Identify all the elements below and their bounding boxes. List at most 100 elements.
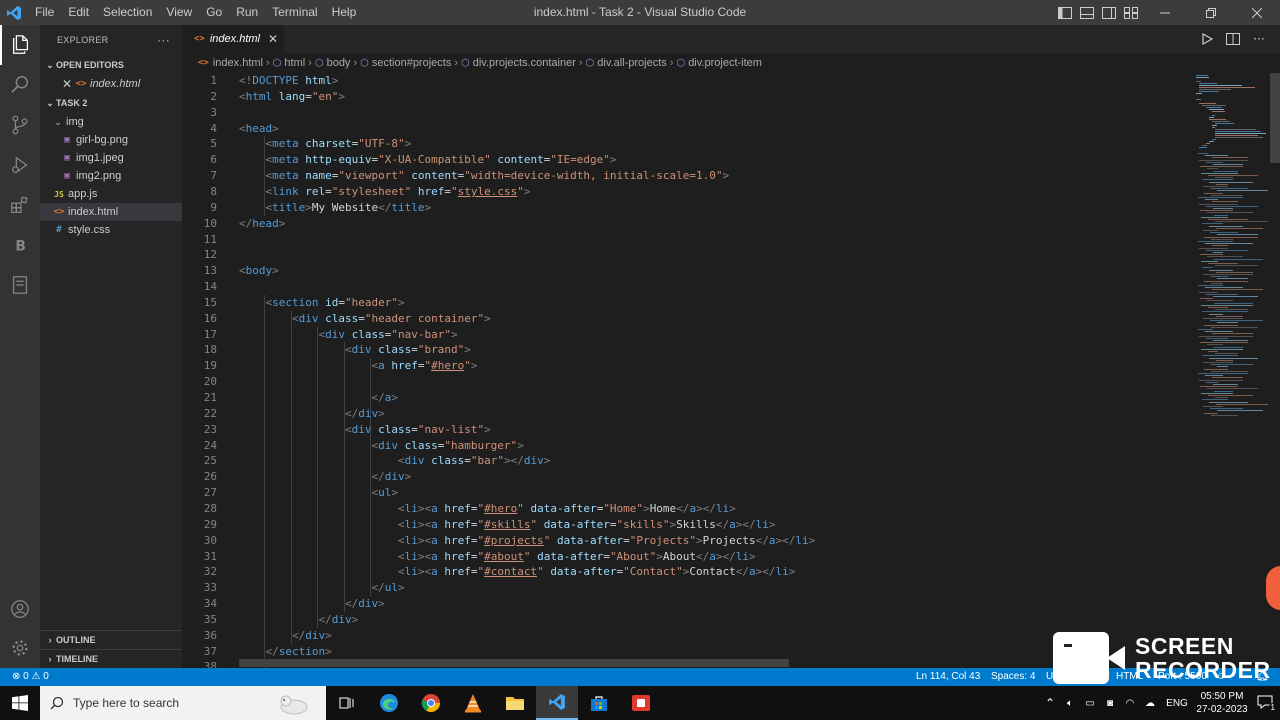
code-line[interactable]: 28 <li><a href="#hero" data-after="Home"… bbox=[182, 501, 1190, 517]
cursor-position[interactable]: Ln 114, Col 43 bbox=[916, 668, 980, 686]
menu-file[interactable]: File bbox=[28, 0, 61, 25]
code-line[interactable]: 30 <li><a href="#projects" data-after="P… bbox=[182, 533, 1190, 549]
code-line[interactable]: 20 bbox=[182, 374, 1190, 390]
run-debug-icon[interactable] bbox=[0, 145, 40, 185]
accounts-icon[interactable] bbox=[0, 589, 40, 629]
language-indicator[interactable]: ENG bbox=[1160, 698, 1194, 709]
code-line[interactable]: 13 <body> bbox=[182, 263, 1190, 279]
menu-run[interactable]: Run bbox=[229, 0, 265, 25]
code-line[interactable]: 11 bbox=[182, 232, 1190, 248]
restore-button[interactable] bbox=[1188, 0, 1234, 25]
open-editor-item[interactable]: ✕ <> index.html bbox=[40, 75, 182, 93]
code-line[interactable]: 21 </a> bbox=[182, 390, 1190, 406]
vscode-taskbar-icon[interactable] bbox=[536, 686, 578, 720]
code-line[interactable]: 6 <meta http-equiv="X-UA-Compatible" con… bbox=[182, 152, 1190, 168]
code-line[interactable]: 17 <div class="nav-bar"> bbox=[182, 327, 1190, 343]
menu-edit[interactable]: Edit bbox=[61, 0, 96, 25]
source-control-icon[interactable] bbox=[0, 105, 40, 145]
code-line[interactable]: 15 <section id="header"> bbox=[182, 295, 1190, 311]
code-line[interactable]: 25 <div class="bar"></div> bbox=[182, 453, 1190, 469]
code-line[interactable]: 23 <div class="nav-list"> bbox=[182, 422, 1190, 438]
problems-indicator[interactable]: ⊗ 0 ⚠ 0 bbox=[12, 668, 49, 686]
task-view-icon[interactable] bbox=[326, 686, 368, 720]
windows-start-icon[interactable] bbox=[0, 686, 40, 720]
code-line[interactable]: 32 <li><a href="#contact" data-after="Co… bbox=[182, 564, 1190, 580]
edge-browser-icon[interactable] bbox=[368, 686, 410, 720]
cloud-icon[interactable]: ☁ bbox=[1140, 698, 1160, 709]
close-icon[interactable]: ✕ bbox=[268, 32, 278, 46]
toggle-panel-icon[interactable] bbox=[1076, 0, 1098, 25]
live-server-port[interactable]: Port : 5500 bbox=[1158, 668, 1207, 686]
code-line[interactable]: 22 </div> bbox=[182, 406, 1190, 422]
menu-go[interactable]: Go bbox=[199, 0, 229, 25]
code-line[interactable]: 19 <a href="#hero"> bbox=[182, 358, 1190, 374]
breadcrumb-item[interactable]: ⬡ div.all-projects bbox=[586, 57, 667, 69]
code-line[interactable]: 4 <head> bbox=[182, 121, 1190, 137]
code-line[interactable]: 37 </section> bbox=[182, 644, 1190, 660]
horizontal-scrollbar[interactable] bbox=[239, 659, 789, 667]
tree-file-style-css[interactable]: # style.css bbox=[40, 221, 182, 239]
breadcrumb-item[interactable]: ⬡ body bbox=[315, 57, 351, 69]
close-icon[interactable]: ✕ bbox=[60, 77, 74, 91]
close-window-button[interactable] bbox=[1234, 0, 1280, 25]
code-line[interactable]: 31 <li><a href="#about" data-after="Abou… bbox=[182, 549, 1190, 565]
screen-recorder-app-icon[interactable] bbox=[620, 686, 662, 720]
split-editor-icon[interactable] bbox=[1224, 30, 1242, 48]
breadcrumb-item[interactable]: ⬡ section#projects bbox=[360, 57, 451, 69]
customize-layout-icon[interactable] bbox=[1120, 0, 1142, 25]
wifi-icon[interactable]: ◠ bbox=[1120, 698, 1140, 709]
code-line[interactable]: 14 bbox=[182, 279, 1190, 295]
outline-section[interactable]: › OUTLINE bbox=[40, 630, 182, 649]
volume-icon[interactable]: 🔈︎ bbox=[1060, 698, 1080, 709]
code-line[interactable]: 27 <ul> bbox=[182, 485, 1190, 501]
code-line[interactable]: 29 <li><a href="#skills" data-after="ski… bbox=[182, 517, 1190, 533]
notifications-bell-icon[interactable]: 🔔︎ bbox=[1256, 668, 1269, 686]
open-editors-header[interactable]: ⌄ OPEN EDITORS bbox=[40, 55, 182, 75]
tree-file-index-html[interactable]: <> index.html bbox=[40, 203, 182, 221]
tree-file-app-js[interactable]: JS app.js bbox=[40, 185, 182, 203]
b-extension-icon[interactable]: B bbox=[0, 225, 40, 265]
code-line[interactable]: 3 bbox=[182, 105, 1190, 121]
chrome-browser-icon[interactable] bbox=[410, 686, 452, 720]
code-line[interactable]: 36 </div> bbox=[182, 628, 1190, 644]
breadcrumb-item[interactable]: ⬡ div.project-item bbox=[676, 57, 762, 69]
account-icon[interactable]: ☺ bbox=[1216, 668, 1226, 686]
menu-help[interactable]: Help bbox=[325, 0, 364, 25]
chevron-up-icon[interactable]: ⌃ bbox=[1040, 696, 1060, 710]
timeline-section[interactable]: › TIMELINE bbox=[40, 649, 182, 668]
code-line[interactable]: 2 <html lang="en"> bbox=[182, 89, 1190, 105]
encoding[interactable]: U bbox=[1046, 668, 1053, 686]
code-editor[interactable]: 1 <!DOCTYPE html> 2 <html lang="en"> 3 4 <head… bbox=[182, 73, 1190, 668]
menu-selection[interactable]: Selection bbox=[96, 0, 159, 25]
breadcrumb-item[interactable]: <> index.html bbox=[198, 57, 263, 69]
code-line[interactable]: 18 <div class="brand"> bbox=[182, 342, 1190, 358]
extensions-icon[interactable] bbox=[0, 185, 40, 225]
breadcrumb-item[interactable]: ⬡ div.projects.container bbox=[461, 57, 576, 69]
menu-terminal[interactable]: Terminal bbox=[265, 0, 324, 25]
explorer-icon[interactable] bbox=[0, 25, 40, 65]
code-line[interactable]: 16 <div class="header container"> bbox=[182, 311, 1190, 327]
search-icon[interactable] bbox=[0, 65, 40, 105]
run-icon[interactable] bbox=[1198, 30, 1216, 48]
code-line[interactable]: 8 <link rel="stylesheet" href="style.css… bbox=[182, 184, 1190, 200]
manage-gear-icon[interactable] bbox=[0, 628, 40, 668]
code-line[interactable]: 12 bbox=[182, 247, 1190, 263]
tab-index-html[interactable]: <> index.html ✕ bbox=[182, 25, 284, 53]
more-actions-icon[interactable]: ··· bbox=[1250, 30, 1268, 48]
camera-icon[interactable]: ◙ bbox=[1100, 698, 1120, 709]
minimap[interactable] bbox=[1190, 73, 1270, 668]
breadcrumb-item[interactable]: ⬡ html bbox=[273, 57, 306, 69]
minimize-button[interactable] bbox=[1142, 0, 1188, 25]
tree-folder-img[interactable]: ⌄ img bbox=[40, 113, 182, 131]
code-line[interactable]: 10 </head> bbox=[182, 216, 1190, 232]
toggle-secondary-sidebar-icon[interactable] bbox=[1098, 0, 1120, 25]
tree-file-girl-bg[interactable]: ▣ girl-bg.png bbox=[40, 131, 182, 149]
notification-center-icon[interactable]: 1 bbox=[1250, 695, 1280, 712]
menu-view[interactable]: View bbox=[159, 0, 199, 25]
language-mode[interactable]: HTML bbox=[1116, 668, 1143, 686]
taskbar-clock[interactable]: 05:50 PM 27-02-2023 bbox=[1194, 690, 1250, 716]
code-line[interactable]: 7 <meta name="viewport" content="width=d… bbox=[182, 168, 1190, 184]
code-line[interactable]: 9 <title>My Website</title> bbox=[182, 200, 1190, 216]
workspace-header[interactable]: ⌄ TASK 2 bbox=[40, 93, 182, 113]
indentation[interactable]: Spaces: 4 bbox=[991, 668, 1035, 686]
